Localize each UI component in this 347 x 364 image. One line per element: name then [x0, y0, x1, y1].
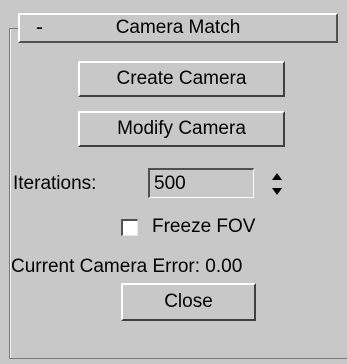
freeze-fov-label[interactable]: Freeze FOV: [152, 216, 255, 238]
camera-match-panel: - Camera Match Create Camera Modify Came…: [0, 0, 347, 364]
spinner-up-icon[interactable]: [269, 170, 285, 183]
iterations-spinner[interactable]: [267, 170, 287, 198]
iterations-label: Iterations:: [13, 173, 97, 194]
modify-camera-button[interactable]: Modify Camera: [78, 111, 285, 147]
group-frame-left: [9, 28, 10, 358]
rollout-title: Camera Match: [115, 17, 241, 38]
iterations-input[interactable]: [148, 168, 254, 198]
freeze-fov-checkbox[interactable]: [121, 219, 138, 236]
group-frame-bottom: [9, 358, 347, 359]
camera-error-value: 0.00: [205, 256, 243, 277]
create-camera-button[interactable]: Create Camera: [78, 61, 285, 97]
rollout-header[interactable]: - Camera Match: [18, 13, 338, 43]
close-button[interactable]: Close: [121, 283, 256, 321]
camera-error-label: Current Camera Error:: [11, 256, 200, 277]
spinner-down-icon[interactable]: [269, 185, 285, 198]
camera-error-readout: Current Camera Error: 0.00: [11, 256, 242, 278]
